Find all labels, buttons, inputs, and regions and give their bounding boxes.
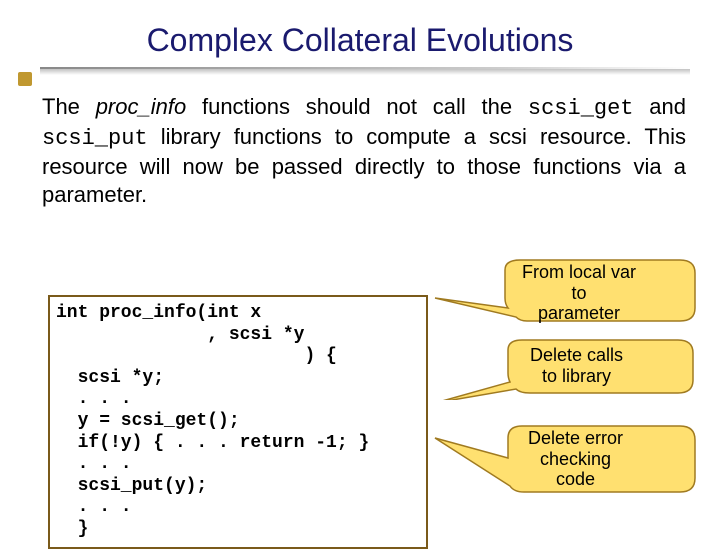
text: to library — [530, 366, 623, 387]
code-line: . . . — [56, 497, 420, 519]
code-line: . . . — [56, 389, 420, 411]
code-line: ) { — [56, 346, 420, 368]
text: Delete calls — [530, 345, 623, 366]
text: to — [522, 283, 636, 304]
code-line: int proc_info(int x — [56, 303, 420, 325]
code-box: int proc_info(int x , scsi *y ) { scsi *… — [48, 295, 428, 549]
code-line: scsi_put(y); — [56, 476, 420, 498]
code-line: scsi *y; — [56, 368, 420, 390]
proc-info-ident: proc_info — [96, 94, 187, 119]
slide-title: Complex Collateral Evolutions — [0, 0, 720, 59]
code-line: if(!y) { . . . return -1; } — [56, 433, 420, 455]
code-line: . . . — [56, 454, 420, 476]
callout-text: From local var to parameter — [522, 262, 636, 324]
code-line: } — [56, 519, 420, 541]
text: and — [634, 94, 686, 119]
text: parameter — [522, 303, 636, 324]
scsi-get-ident: scsi_get — [528, 96, 634, 121]
callout-text: Delete calls to library — [530, 345, 623, 386]
text: functions should not call the — [186, 94, 528, 119]
code-line: , scsi *y — [56, 325, 420, 347]
code-line: y = scsi_get(); — [56, 411, 420, 433]
callout-text: Delete error checking code — [528, 428, 623, 490]
title-underline — [40, 67, 690, 75]
text: The — [42, 94, 96, 119]
slide-bullet — [18, 72, 32, 86]
text: checking — [528, 449, 623, 470]
scsi-put-ident: scsi_put — [42, 126, 148, 151]
text: Delete error — [528, 428, 623, 449]
body-paragraph: The proc_info functions should not call … — [42, 93, 686, 210]
text: code — [528, 469, 623, 490]
text: From local var — [522, 262, 636, 283]
